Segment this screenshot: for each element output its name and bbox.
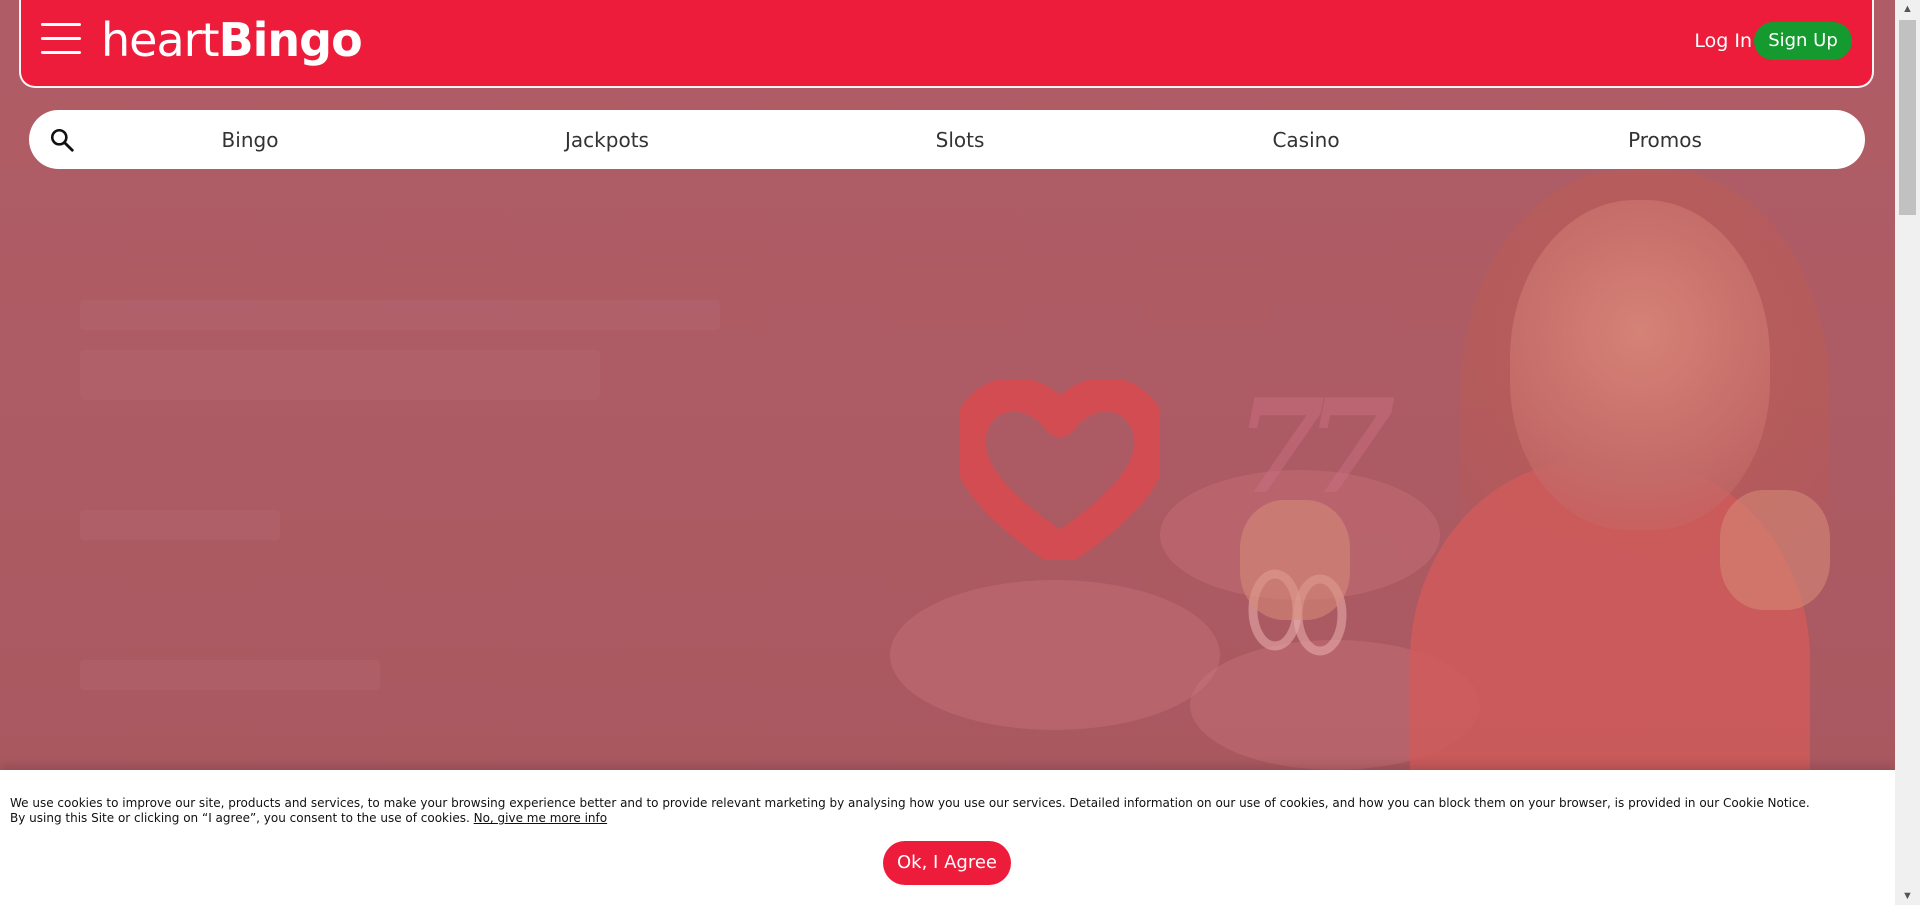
heart-image [960, 380, 1160, 560]
hero-faded-text [80, 350, 600, 400]
cookie-text-line1: We use cookies to improve our site, prod… [10, 796, 1810, 810]
thumb-image [1240, 500, 1350, 620]
thumb-image [1720, 490, 1830, 610]
search-icon[interactable] [49, 127, 75, 153]
hero-faded-text [80, 660, 380, 690]
logo-text-heart: heart [101, 13, 220, 67]
menu-icon[interactable] [41, 23, 81, 57]
logo-text-bingo: Bingo [218, 13, 363, 67]
pedestal-image [890, 580, 1220, 730]
person-image [1510, 200, 1770, 530]
hero-faded-text [80, 300, 720, 330]
login-link[interactable]: Log In [1694, 30, 1752, 52]
nav-item-bingo[interactable]: Bingo [222, 128, 279, 152]
logo[interactable]: heart Bingo [101, 10, 363, 70]
scroll-up-icon[interactable]: ▲ [1895, 0, 1920, 18]
nav-item-promos[interactable]: Promos [1628, 128, 1702, 152]
nav-item-slots[interactable]: Slots [936, 128, 985, 152]
site-header: heart Bingo Log In Sign Up [19, 0, 1874, 88]
nav-item-casino[interactable]: Casino [1272, 128, 1339, 152]
signup-button[interactable]: Sign Up [1754, 22, 1852, 60]
hero-faded-text [80, 510, 280, 540]
scroll-thumb[interactable] [1899, 20, 1916, 215]
agree-button[interactable]: Ok, I Agree [883, 841, 1011, 885]
category-nav: Bingo Jackpots Slots Casino Promos [29, 110, 1865, 169]
cookie-notice-text: We use cookies to improve our site, prod… [10, 796, 1880, 826]
cookie-text-line2: By using this Site or clicking on “I agr… [10, 811, 608, 825]
scroll-down-icon[interactable]: ▼ [1895, 887, 1920, 905]
scrollbar[interactable]: ▲ ▼ [1895, 0, 1920, 905]
nav-item-jackpots[interactable]: Jackpots [565, 128, 649, 152]
more-info-link[interactable]: No, give me more info [474, 811, 608, 825]
cookie-banner: We use cookies to improve our site, prod… [0, 770, 1895, 905]
